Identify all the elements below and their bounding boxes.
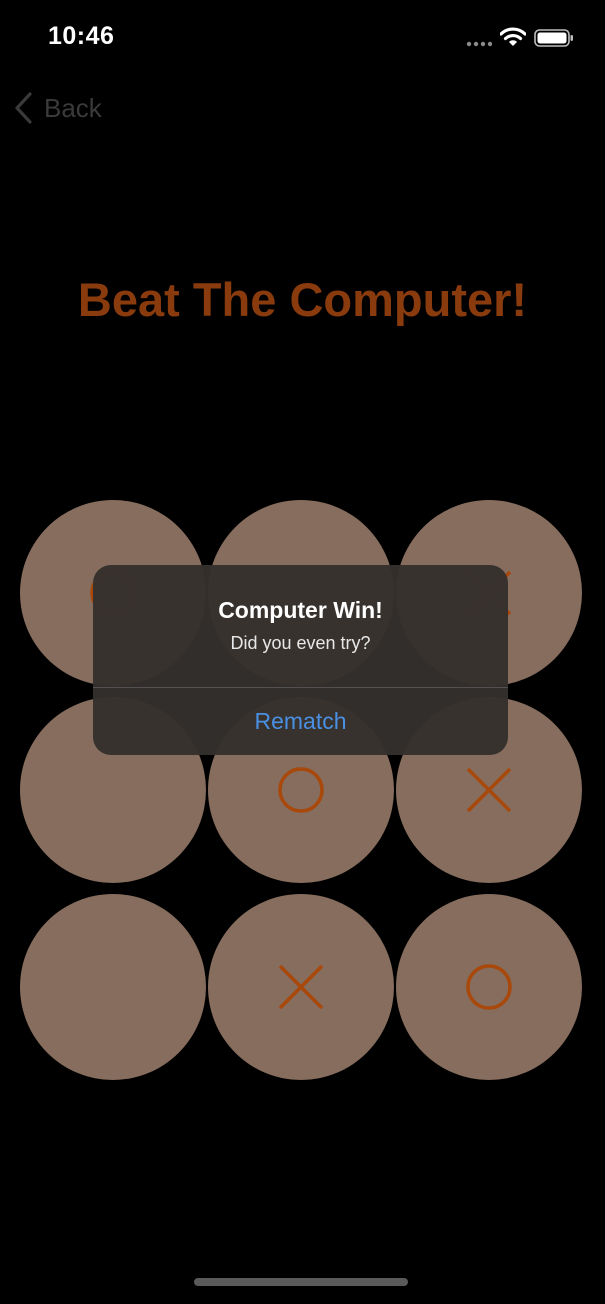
o-mark-icon <box>466 964 512 1010</box>
x-mark-icon <box>278 964 324 1010</box>
board-cell-3-3[interactable] <box>396 894 582 1080</box>
rematch-button[interactable]: Rematch <box>93 688 508 755</box>
board-cell-3-2[interactable] <box>208 894 394 1080</box>
o-mark-icon <box>278 767 324 813</box>
home-indicator[interactable] <box>194 1278 408 1286</box>
board-cell-3-1[interactable] <box>20 894 206 1080</box>
alert-message: Did you even try? <box>230 633 371 653</box>
x-mark-icon <box>466 767 512 813</box>
result-alert: Computer Win! Did you even try? Rematch <box>93 565 508 755</box>
alert-title: Computer Win! <box>218 597 383 623</box>
